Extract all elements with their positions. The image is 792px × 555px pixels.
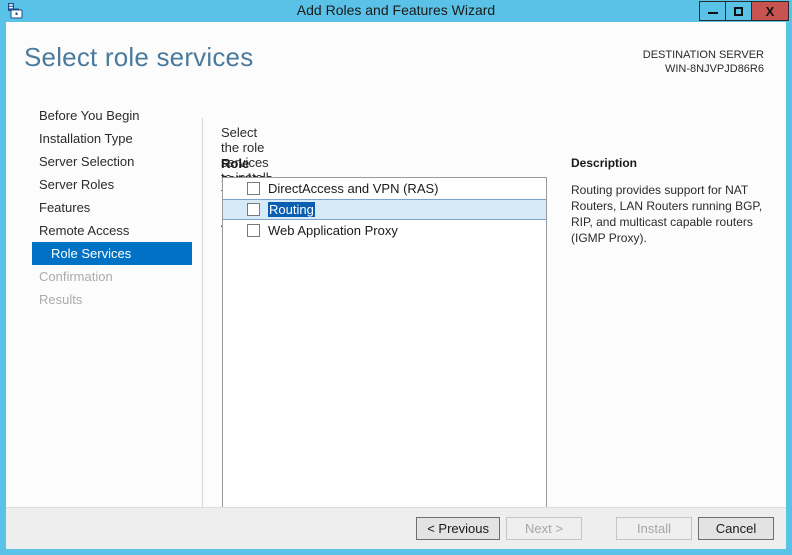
sidebar-item-before-you-begin[interactable]: Before You Begin — [6, 104, 196, 127]
sidebar-item-label: Confirmation — [39, 269, 113, 284]
sidebar-item-label: Installation Type — [39, 131, 133, 146]
cancel-button[interactable]: Cancel — [698, 517, 774, 540]
sidebar-item-label: Role Services — [51, 246, 132, 261]
sidebar-item-label: Server Roles — [39, 177, 115, 192]
title-bar: Add Roles and Features Wizard X — [0, 0, 792, 22]
sidebar-item-server-roles[interactable]: Server Roles — [6, 173, 196, 196]
list-item[interactable]: Routing — [223, 199, 546, 220]
list-item-label: Web Application Proxy — [268, 223, 398, 238]
window-title: Add Roles and Features Wizard — [296, 2, 496, 18]
footer-buttons: < Previous Next > Install Cancel — [410, 517, 774, 540]
maximize-button[interactable] — [725, 1, 752, 21]
list-item[interactable]: DirectAccess and VPN (RAS) — [223, 178, 546, 199]
nav-divider — [202, 118, 203, 522]
checkbox-directaccess-and-vpn[interactable] — [247, 182, 260, 195]
footer-bar: < Previous Next > Install Cancel — [6, 507, 786, 549]
install-button: Install — [616, 517, 692, 540]
description-title: Description — [571, 156, 638, 170]
next-button: Next > — [506, 517, 582, 540]
sidebar-item-label: Features — [39, 200, 91, 215]
destination-server-block: DESTINATION SERVER WIN-8NJVPJD86R6 — [643, 48, 764, 76]
sidebar-item-role-services[interactable]: Role Services — [32, 242, 192, 265]
sidebar-item-confirmation: Confirmation — [6, 265, 196, 288]
close-button[interactable]: X — [751, 1, 789, 21]
sidebar-item-installation-type[interactable]: Installation Type — [6, 127, 196, 150]
role-services-listbox[interactable]: DirectAccess and VPN (RAS) Routing Web A… — [222, 177, 547, 510]
sidebar-item-label: Results — [39, 292, 83, 307]
checkbox-routing[interactable] — [247, 203, 260, 216]
destination-server-name: WIN-8NJVPJD86R6 — [664, 63, 764, 75]
wizard-panel: Select role services DESTINATION SERVER … — [6, 22, 786, 549]
sidebar-item-label: Before You Begin — [39, 108, 140, 123]
description-body: Routing provides support for NAT Routers… — [571, 183, 763, 245]
destination-server-label: DESTINATION SERVER — [642, 49, 764, 61]
list-item-label: DirectAccess and VPN (RAS) — [268, 181, 439, 196]
list-item-label: Routing — [268, 202, 315, 217]
page-title: Select role services — [24, 42, 254, 72]
checkbox-web-application-proxy[interactable] — [247, 224, 260, 237]
sidebar-item-remote-access[interactable]: Remote Access — [6, 219, 196, 242]
list-item[interactable]: Web Application Proxy — [223, 220, 546, 241]
minimize-button[interactable] — [699, 1, 726, 21]
wizard-window: Add Roles and Features Wizard X Select r… — [0, 0, 792, 555]
sidebar-item-server-selection[interactable]: Server Selection — [6, 150, 196, 173]
maximize-icon — [734, 6, 743, 16]
sidebar-item-label: Remote Access — [39, 223, 130, 238]
sidebar-item-label: Server Selection — [39, 154, 135, 169]
sidebar-item-features[interactable]: Features — [6, 196, 196, 219]
wizard-nav: Before You Begin Installation Type Serve… — [6, 104, 196, 311]
minimize-icon — [707, 12, 718, 14]
window-controls: X — [699, 1, 789, 21]
previous-button[interactable]: < Previous — [416, 517, 500, 540]
sidebar-item-results: Results — [6, 288, 196, 311]
